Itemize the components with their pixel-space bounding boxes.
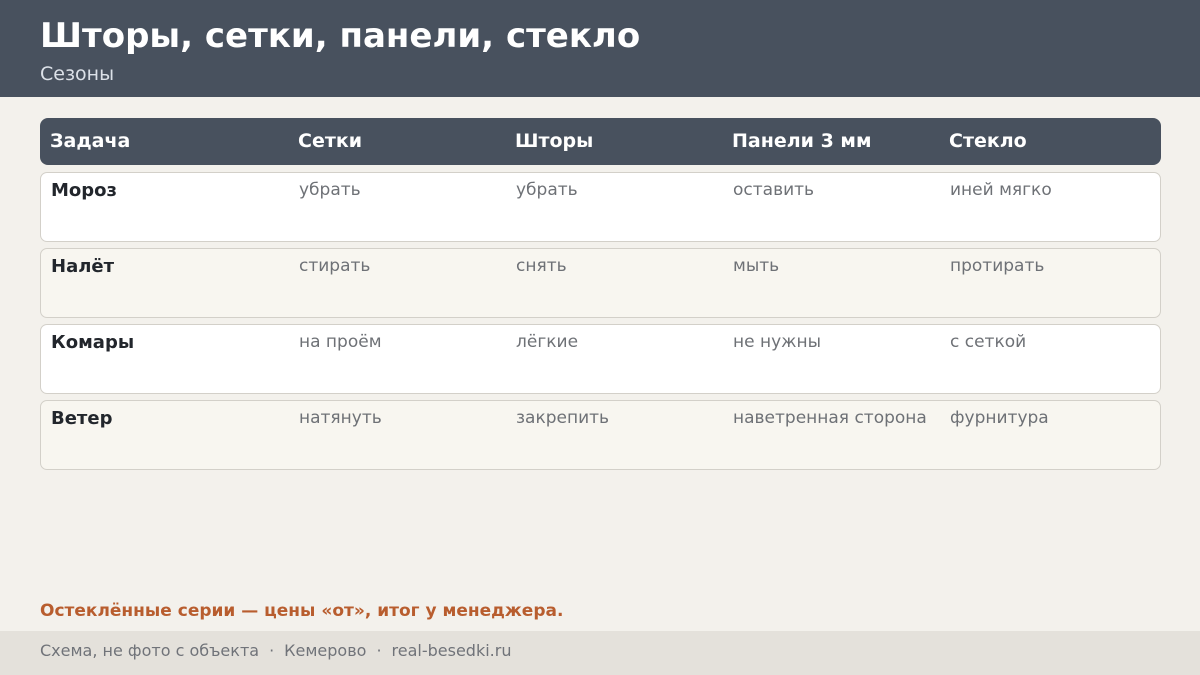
row-label: Ветер	[51, 408, 113, 429]
table-cell: мыть	[733, 256, 780, 276]
table-header: Задача Сетки Шторы Панели 3 мм Стекло	[40, 118, 1161, 165]
table-row: Налёт стирать снять мыть протирать	[40, 248, 1161, 318]
pricing-note: Остеклённые серии — цены «от», итог у ме…	[40, 601, 564, 621]
column-header-nets: Сетки	[298, 130, 363, 152]
page-footer: Схема, не фото с объекта · Кемерово · real-b…	[0, 631, 1200, 675]
table-cell: протирать	[950, 256, 1045, 276]
footer-separator: ·	[269, 641, 275, 660]
table-row: Ветер натянуть закрепить наветренная сто…	[40, 400, 1161, 470]
footer-separator: ·	[376, 641, 382, 660]
table-row: Мороз убрать убрать оставить иней мягко	[40, 172, 1161, 242]
page-subtitle: Сезоны	[40, 63, 115, 85]
footer-caption: Схема, не фото с объекта	[40, 641, 260, 660]
row-label: Налёт	[51, 256, 115, 277]
table-cell: снять	[516, 256, 567, 276]
column-header-panels: Панели 3 мм	[732, 130, 872, 152]
page-header: Шторы, сетки, панели, стекло Сезоны	[0, 0, 1200, 97]
table-cell: натянуть	[299, 408, 382, 428]
column-header-curtains: Шторы	[515, 130, 594, 152]
table-cell: на проём	[299, 332, 382, 352]
table-cell: убрать	[516, 180, 578, 200]
table-cell: оставить	[733, 180, 815, 200]
footer-site-link[interactable]: real-besedki.ru	[392, 641, 512, 660]
table-cell: не нужны	[733, 332, 822, 352]
column-header-glass: Стекло	[949, 130, 1027, 152]
column-header-task: Задача	[50, 130, 131, 152]
table-cell: с сеткой	[950, 332, 1027, 352]
table-cell: фурнитура	[950, 408, 1049, 428]
row-label: Мороз	[51, 180, 117, 201]
footer-text: Схема, не фото с объекта · Кемерово · real-b…	[40, 641, 511, 661]
table-cell: иней мягко	[950, 180, 1052, 200]
footer-city: Кемерово	[284, 641, 367, 660]
table-row: Комары на проём лёгкие не нужны с сеткой	[40, 324, 1161, 394]
table-cell: закрепить	[516, 408, 610, 428]
page-title: Шторы, сетки, панели, стекло	[40, 16, 641, 56]
row-label: Комары	[51, 332, 135, 353]
table-cell: наветренная сторона	[733, 408, 927, 428]
table-cell: лёгкие	[516, 332, 579, 352]
table-cell: стирать	[299, 256, 371, 276]
table-cell: убрать	[299, 180, 361, 200]
